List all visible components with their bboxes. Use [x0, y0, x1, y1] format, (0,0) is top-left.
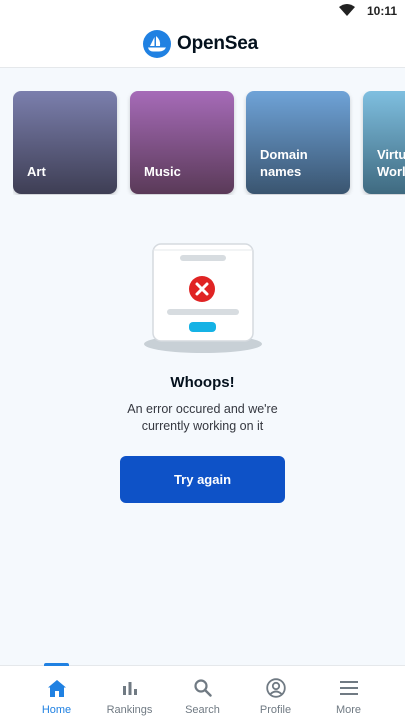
nav-item-home[interactable]: Home — [20, 666, 93, 720]
error-title: Whoops! — [170, 374, 235, 391]
profile-icon — [265, 677, 287, 699]
category-label: Virtual Worlds — [377, 147, 405, 179]
category-carousel[interactable]: Art Music Domain names Virtual Worlds — [13, 91, 405, 195]
wifi-icon — [339, 4, 355, 16]
category-card-virtual-worlds[interactable]: Virtual Worlds — [363, 91, 405, 194]
bottom-nav: Home Rankings Search Profile More — [0, 663, 405, 720]
home-icon — [46, 677, 68, 699]
search-icon — [192, 677, 214, 699]
category-card-art[interactable]: Art — [13, 91, 117, 194]
category-card-domain-names[interactable]: Domain names — [246, 91, 350, 194]
nav-label: More — [335, 704, 362, 716]
nav-item-search[interactable]: Search — [166, 666, 239, 720]
status-time: 10:11 — [366, 4, 397, 18]
brand[interactable]: OpenSea — [143, 29, 258, 59]
category-label: Domain names — [260, 147, 308, 179]
nav-label: Rankings — [106, 704, 153, 716]
nav-label: Profile — [259, 704, 292, 716]
category-label: Art — [27, 164, 46, 179]
app-header: OpenSea — [0, 22, 405, 68]
nav-label: Search — [185, 704, 220, 716]
category-card-music[interactable]: Music — [130, 91, 234, 194]
menu-icon — [338, 677, 360, 699]
nav-label: Home — [41, 704, 72, 716]
nav-item-rankings[interactable]: Rankings — [93, 666, 166, 720]
try-again-button[interactable]: Try again — [120, 456, 285, 503]
category-label: Music — [144, 164, 181, 179]
error-card-icon — [144, 243, 262, 353]
status-bar: 10:11 — [0, 0, 405, 22]
nav-item-more[interactable]: More — [312, 666, 385, 720]
nav-item-profile[interactable]: Profile — [239, 666, 312, 720]
error-message: An error occured and we're currently wor… — [127, 402, 278, 433]
bar-chart-icon — [119, 677, 141, 699]
brand-name: OpenSea — [177, 33, 258, 54]
opensea-logo-icon — [143, 30, 171, 58]
